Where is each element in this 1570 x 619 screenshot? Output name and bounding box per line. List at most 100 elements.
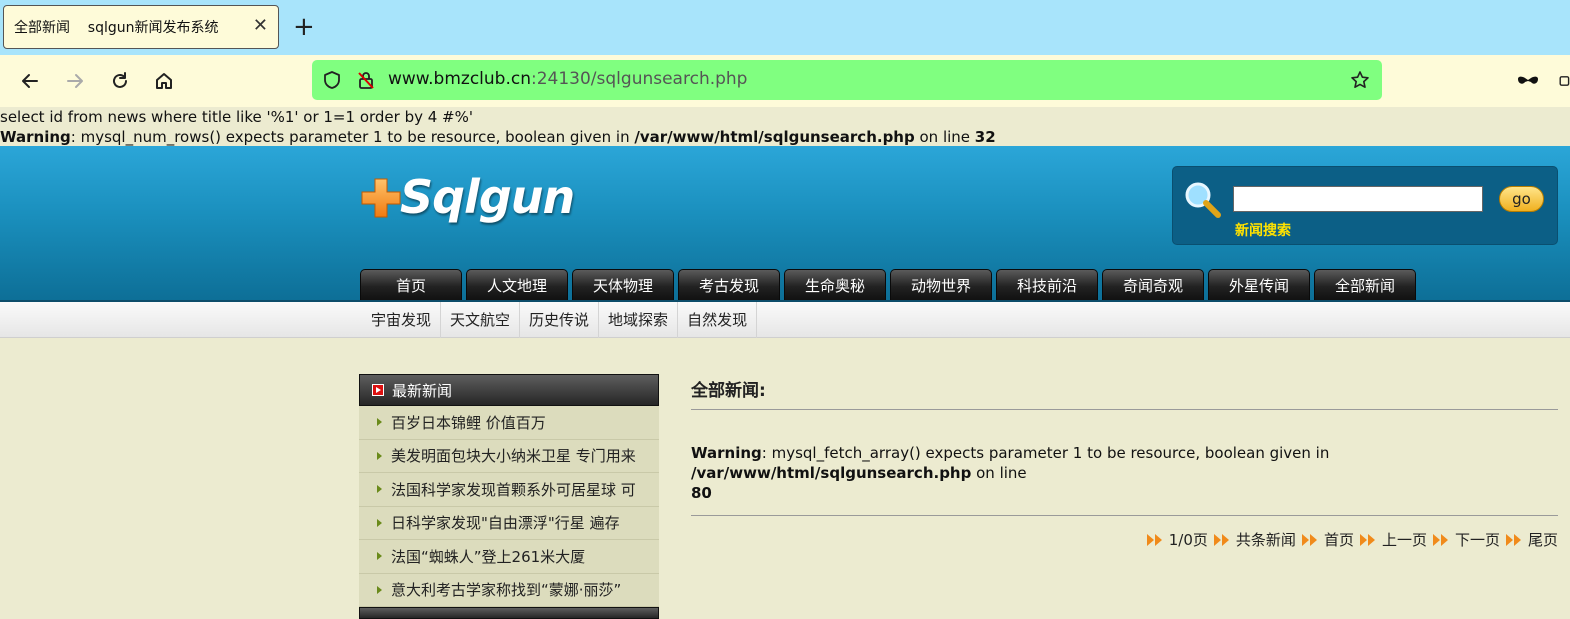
pager-last[interactable]: 尾页 [1505, 529, 1558, 550]
list-item[interactable]: 意大利考古学家称找到“蒙娜·丽莎” [359, 574, 659, 607]
news-link[interactable]: 意大利考古学家称找到“蒙娜·丽莎” [391, 579, 621, 600]
shield-icon[interactable] [322, 70, 342, 90]
insecure-lock-icon[interactable] [356, 70, 376, 90]
sub-nav: 宇宙发现 天文航空 历史传说 地域探索 自然发现 [0, 300, 1570, 338]
pager-prev-link[interactable]: 上一页 [1382, 529, 1427, 550]
pager-first-link[interactable]: 首页 [1324, 529, 1354, 550]
news-search-box: go 新闻搜索 [1172, 166, 1558, 245]
subnav-item-nature-discovery[interactable]: 自然发现 [678, 302, 758, 338]
pager-next-link[interactable]: 下一页 [1455, 529, 1500, 550]
reload-icon[interactable] [106, 67, 134, 95]
back-icon[interactable] [16, 67, 44, 95]
pager-last-link[interactable]: 尾页 [1528, 529, 1558, 550]
double-arrow-icon [1213, 533, 1230, 546]
warning-on-line: on line [914, 128, 975, 146]
nav-item-wonders[interactable]: 奇闻奇观 [1102, 269, 1204, 300]
warning-line-number: 32 [974, 128, 996, 146]
page-title: 全部新闻: [691, 376, 1558, 410]
arrow-bullet-icon [377, 518, 382, 527]
sql-debug-output: select id from news where title like '%1… [0, 108, 474, 126]
pager-prev[interactable]: 上一页 [1359, 529, 1427, 550]
subnav-item-aerospace[interactable]: 天文航空 [441, 302, 521, 338]
pager-total: 共条新闻 [1213, 529, 1296, 550]
pager-first[interactable]: 首页 [1301, 529, 1354, 550]
subnav-item-region-exploration[interactable]: 地域探索 [599, 302, 679, 338]
list-item[interactable]: 百岁日本锦鲤 价值百万 [359, 406, 659, 440]
search-label[interactable]: 新闻搜索 [1235, 220, 1291, 240]
close-tab-icon[interactable]: ✕ [253, 15, 268, 36]
warning-message: : mysql_fetch_array() expects parameter … [761, 444, 1330, 462]
double-arrow-icon [1432, 533, 1449, 546]
subnav-item-history-legends[interactable]: 历史传说 [520, 302, 600, 338]
pager-page-count: 1/0页 [1146, 529, 1208, 550]
list-item[interactable]: 法国“蜘蛛人”登上261米大厦 [359, 540, 659, 574]
nav-item-home[interactable]: 首页 [360, 269, 462, 300]
site-header: Sqlgun go 新闻搜索 首页 人文地理 天体物理 考古发现 生命奥秘 动物… [0, 146, 1570, 300]
url-path: :24130/sqlgunsearch.php [531, 69, 748, 89]
arrow-bullet-icon [377, 485, 382, 494]
php-warning-top: Warning: mysql_num_rows() expects parame… [0, 127, 996, 147]
new-tab-icon[interactable]: + [293, 12, 315, 42]
home-icon[interactable] [150, 67, 178, 95]
address-bar[interactable]: www.bmzclub.cn:24130/sqlgunsearch.php [312, 60, 1382, 100]
private-browsing-mask-icon[interactable] [1514, 67, 1542, 95]
nav-item-life-mysteries[interactable]: 生命奥秘 [784, 269, 886, 300]
main-content: 全部新闻: Warning: mysql_fetch_array() expec… [691, 376, 1558, 550]
nav-item-astrophysics[interactable]: 天体物理 [572, 269, 674, 300]
warning-path: /var/www/html/sqlgunsearch.php [691, 464, 972, 482]
sidebar-next-section-header [359, 607, 659, 619]
news-link[interactable]: 百岁日本锦鲤 价值百万 [391, 412, 546, 433]
main-nav: 首页 人文地理 天体物理 考古发现 生命奥秘 动物世界 科技前沿 奇闻奇观 外星… [360, 269, 1416, 300]
browser-tab-bar: 全部新闻 sqlgun新闻发布系统 ✕ + [0, 0, 1570, 55]
double-arrow-icon [1301, 533, 1318, 546]
pager-total-text: 共条新闻 [1235, 531, 1296, 549]
play-bullet-icon [372, 384, 384, 396]
url-text[interactable]: www.bmzclub.cn:24130/sqlgunsearch.php [388, 69, 747, 89]
magnifier-icon [1185, 182, 1221, 218]
latest-news-sidebar: 最新新闻 百岁日本锦鲤 价值百万 美发明面包块大小纳米卫星 专门用来 法国科学家… [359, 374, 659, 619]
url-host: www.bmzclub.cn [388, 69, 531, 89]
pagination: 1/0页 共条新闻 首页 上一页 下一页 尾页 [691, 529, 1558, 550]
sidebar-title: 最新新闻 [392, 381, 453, 400]
tab-title: 全部新闻 sqlgun新闻发布系统 [14, 20, 219, 36]
news-link[interactable]: 日科学家发现"自由漂浮"行星 遍存 [391, 512, 620, 533]
double-arrow-icon [1359, 533, 1376, 546]
extensions-icon[interactable] [1556, 67, 1570, 95]
list-item[interactable]: 日科学家发现"自由漂浮"行星 遍存 [359, 507, 659, 540]
warning-label: Warning [691, 444, 762, 462]
warning-on-line: on line [971, 464, 1027, 482]
double-arrow-icon [1505, 533, 1522, 546]
browser-toolbar: www.bmzclub.cn:24130/sqlgunsearch.php [0, 55, 1570, 107]
subnav-item-cosmic-discovery[interactable]: 宇宙发现 [362, 302, 442, 338]
warning-path: /var/www/html/sqlgunsearch.php [634, 128, 915, 146]
php-warning-content: Warning: mysql_fetch_array() expects par… [691, 443, 1558, 516]
nav-item-animal-world[interactable]: 动物世界 [890, 269, 992, 300]
nav-item-archaeology[interactable]: 考古发现 [678, 269, 780, 300]
arrow-bullet-icon [377, 552, 382, 561]
nav-item-human-geography[interactable]: 人文地理 [466, 269, 568, 300]
nav-item-alien-rumors[interactable]: 外星传闻 [1208, 269, 1310, 300]
list-item[interactable]: 美发明面包块大小纳米卫星 专门用来 [359, 440, 659, 473]
warning-message: : mysql_num_rows() expects parameter 1 t… [70, 128, 635, 146]
warning-line-number: 80 [691, 484, 712, 502]
nav-item-tech-frontier[interactable]: 科技前沿 [996, 269, 1098, 300]
search-input[interactable] [1233, 186, 1483, 212]
news-link[interactable]: 法国科学家发现首颗系外可居星球 可 [391, 479, 636, 500]
logo-text: Sqlgun [400, 170, 575, 224]
go-button[interactable]: go [1499, 186, 1544, 212]
pager-page-count-text: 1/0页 [1168, 531, 1208, 549]
arrow-bullet-icon [377, 585, 382, 594]
double-arrow-icon [1146, 533, 1163, 546]
forward-icon[interactable] [61, 67, 89, 95]
arrow-bullet-icon [377, 418, 382, 427]
logo-plus-icon [361, 178, 401, 218]
pager-next[interactable]: 下一页 [1432, 529, 1500, 550]
list-item[interactable]: 法国科学家发现首颗系外可居星球 可 [359, 473, 659, 507]
warning-label: Warning [0, 128, 71, 146]
browser-tab-active[interactable]: 全部新闻 sqlgun新闻发布系统 ✕ [3, 5, 279, 49]
nav-item-all-news[interactable]: 全部新闻 [1314, 269, 1416, 300]
sidebar-header: 最新新闻 [359, 374, 659, 406]
bookmark-star-icon[interactable] [1350, 70, 1370, 90]
news-link[interactable]: 法国“蜘蛛人”登上261米大厦 [391, 546, 585, 567]
news-link[interactable]: 美发明面包块大小纳米卫星 专门用来 [391, 445, 636, 466]
